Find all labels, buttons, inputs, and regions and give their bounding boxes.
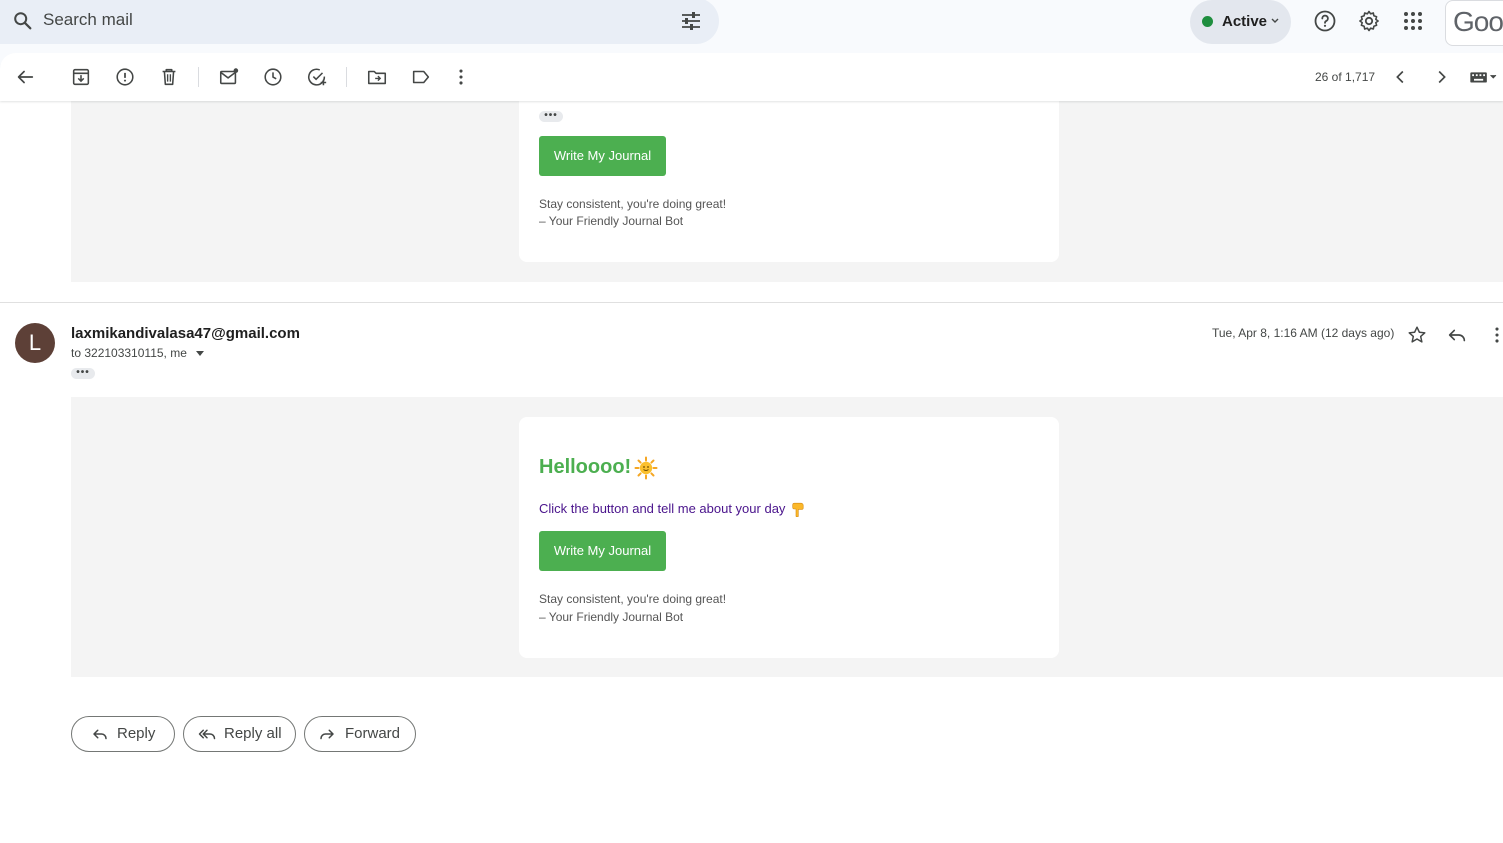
- email-prompt-text: Click the button and tell me about your …: [539, 501, 786, 516]
- help-icon[interactable]: [1313, 9, 1337, 33]
- search-icon[interactable]: [12, 10, 34, 32]
- more-options-icon[interactable]: [450, 66, 472, 88]
- show-trimmed-content-button[interactable]: •••: [539, 111, 563, 122]
- pointing-down-emoji-icon: [792, 502, 804, 518]
- sun-emoji-icon: [634, 456, 658, 480]
- move-to-folder-icon[interactable]: [366, 66, 388, 88]
- reply-all-label: Reply all: [224, 725, 282, 742]
- reply-all-icon: [198, 729, 216, 740]
- search-bar[interactable]: Search mail: [0, 0, 719, 44]
- status-label: Active: [1222, 13, 1268, 30]
- pagination-count: 26 of 1,717: [1315, 70, 1376, 84]
- add-to-tasks-icon[interactable]: [306, 66, 328, 88]
- show-trimmed-content-button[interactable]: •••: [71, 368, 95, 379]
- reply-arrow-icon[interactable]: [1446, 324, 1468, 346]
- forward-label: Forward: [345, 725, 401, 742]
- report-spam-icon[interactable]: [114, 66, 136, 88]
- email-prompt: Click the button and tell me about your …: [539, 501, 805, 518]
- write-journal-button[interactable]: Write My Journal: [539, 136, 666, 176]
- toolbar-divider: [198, 67, 199, 87]
- back-arrow-icon[interactable]: [14, 66, 36, 88]
- caret-down-icon[interactable]: [196, 350, 205, 357]
- email-signature-line: – Your Friendly Journal Bot: [539, 214, 684, 228]
- star-icon[interactable]: [1406, 324, 1428, 346]
- snooze-clock-icon[interactable]: [262, 66, 284, 88]
- label-tag-icon[interactable]: [410, 66, 432, 88]
- message-body-background: ••• Write My Journal Stay consistent, yo…: [71, 91, 1503, 282]
- status-dot: [1202, 16, 1213, 27]
- account-logo[interactable]: Goo: [1445, 0, 1503, 46]
- recipients-text: to 322103310115, me: [71, 346, 187, 360]
- sender-email[interactable]: laxmikandivalasa47@gmail.com: [71, 325, 300, 342]
- toolbar-divider: [346, 67, 347, 87]
- chevron-down-icon: [1271, 18, 1279, 23]
- reply-label: Reply: [117, 725, 156, 742]
- mark-unread-icon[interactable]: [218, 66, 240, 88]
- apps-grid-icon[interactable]: [1401, 9, 1425, 33]
- settings-gear-icon[interactable]: [1357, 9, 1381, 33]
- older-chevron-right-icon[interactable]: [1430, 66, 1452, 88]
- email-signature-line: – Your Friendly Journal Bot: [539, 610, 684, 624]
- email-footer-line: Stay consistent, you're doing great!: [539, 592, 727, 606]
- message-panel: 26 of 1,717 ••• Write My Journal Stay co…: [0, 53, 1503, 843]
- forward-icon: [320, 729, 334, 740]
- email-heading: Helloooo!: [539, 456, 632, 478]
- archive-icon[interactable]: [70, 66, 92, 88]
- keyboard-input-icon[interactable]: [1467, 66, 1503, 88]
- email-footer-line: Stay consistent, you're doing great!: [539, 197, 727, 211]
- message-toolbar: 26 of 1,717: [0, 53, 1503, 101]
- newer-chevron-left-icon[interactable]: [1390, 66, 1412, 88]
- message-date: Tue, Apr 8, 1:16 AM (12 days ago): [1212, 326, 1395, 340]
- sender-avatar[interactable]: L: [15, 323, 55, 363]
- reply-all-button[interactable]: Reply all: [183, 716, 296, 752]
- message-more-icon[interactable]: [1486, 324, 1503, 346]
- delete-trash-icon[interactable]: [158, 66, 180, 88]
- recipients-line[interactable]: to 322103310115, me: [71, 346, 205, 360]
- write-journal-button[interactable]: Write My Journal: [539, 531, 666, 571]
- search-options-icon[interactable]: [679, 9, 703, 33]
- top-bar: Search mail Active Goo: [0, 0, 1503, 53]
- email-card: ••• Write My Journal Stay consistent, yo…: [519, 91, 1059, 262]
- search-input[interactable]: Search mail: [43, 10, 133, 30]
- reply-icon: [93, 729, 107, 740]
- account-logo-text: Goo: [1453, 6, 1503, 37]
- status-selector[interactable]: Active: [1190, 0, 1291, 44]
- message-divider: [0, 302, 1503, 303]
- forward-button[interactable]: Forward: [304, 716, 416, 752]
- reply-button[interactable]: Reply: [71, 716, 175, 752]
